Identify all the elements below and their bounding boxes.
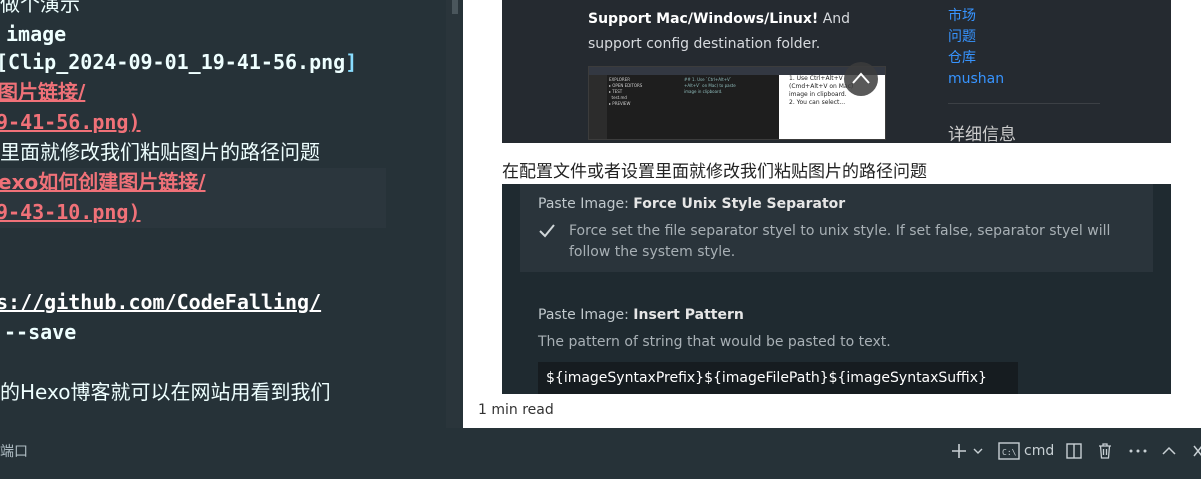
shell-label: cmd [1024,443,1055,459]
editor-line: 的Hexo博客就可以在网站用看到我们 [0,380,331,404]
setting-title: Paste Image: Insert Pattern [538,307,744,323]
link-marketplace: 市场 [948,8,976,24]
link-repository: 仓库 [948,50,976,66]
terminal-icon: C:\ [998,442,1020,460]
editor-line: [Clip_2024-09-01_19-41-56.png] [0,48,357,76]
editor-url-line[interactable]: s://github.com/CodeFalling/ [0,288,321,316]
plus-icon [952,444,966,458]
editor-line: --save [4,320,77,344]
checkmark-icon [539,224,555,238]
editor-scrollbar[interactable] [446,0,460,428]
editor-link-line[interactable]: 9-41-56.png) [0,108,141,136]
extension-links: 市场 问题 仓库 mushan [948,6,1004,90]
editor-link-line[interactable]: exo如何创建图片链接/ [0,168,206,196]
close-panel-button[interactable] [1192,437,1201,465]
markdown-preview[interactable]: Support Mac/Windows/Linux! And support c… [463,0,1201,428]
vscode-mini-screenshot: EXPLORER ▸ OPEN EDITORS ▸ TEST test.md ▸ PR… [588,66,886,140]
editor-line: 做个演示 [0,0,80,16]
kill-terminal-button[interactable] [1096,437,1114,465]
svg-text:C:\: C:\ [1002,448,1017,457]
setting-title: Paste Image: Force Unix Style Separator [538,196,846,212]
link-author: mushan [948,71,1005,87]
pattern-field: ${imageSyntaxPrefix}${imageFilePath}${im… [538,362,1018,394]
chevron-down-icon [973,448,983,454]
new-terminal-button[interactable] [950,437,984,465]
setting-description: Force set the file separator styel to un… [569,223,1111,260]
divider [948,103,1100,104]
split-icon [1066,443,1082,459]
tab-ports[interactable]: 端口 [0,441,28,461]
markdown-editor[interactable]: 做个演示 image [Clip_2024-09-01_19-41-56.png… [0,0,460,428]
maximize-panel-button[interactable] [1160,437,1178,465]
editor-text: [Clip_2024-09-01_19-41-56.png [0,50,346,74]
editor-bracket: ] [345,50,358,74]
link-issues: 问题 [948,29,976,45]
terminal-shell-selector[interactable]: C:\ cmd [998,437,1054,465]
preview-paragraph: 在配置文件或者设置里面就修改我们粘贴图片的路径问题 [502,162,927,182]
editor-line: image [6,22,67,46]
settings-screenshot-image: Paste Image: Force Unix Style Separator … [502,184,1171,394]
editor-link-line[interactable]: 图片链接/ [0,78,85,106]
editor-line: 里面就修改我们粘贴图片的路径问题 [0,140,320,164]
setting-description: The pattern of string that would be past… [538,334,891,350]
ellipsis-icon [1129,449,1147,453]
extension-description: Support Mac/Windows/Linux! And support c… [588,11,851,52]
split-terminal-button[interactable] [1065,437,1083,465]
chevron-up-icon [1162,446,1176,455]
chevron-up-icon [852,72,870,84]
close-icon [1193,445,1201,457]
details-heading: 详细信息 [948,125,1016,143]
more-actions-button[interactable] [1128,437,1148,465]
editor-scrollbar-thumb[interactable] [452,0,458,14]
read-time: 1 min read [478,402,554,418]
scroll-to-top-button[interactable] [844,62,878,96]
extension-screenshot-image: Support Mac/Windows/Linux! And support c… [502,0,1171,143]
editor-link-line[interactable]: 9-43-10.png) [0,198,141,226]
trash-icon [1099,443,1111,459]
